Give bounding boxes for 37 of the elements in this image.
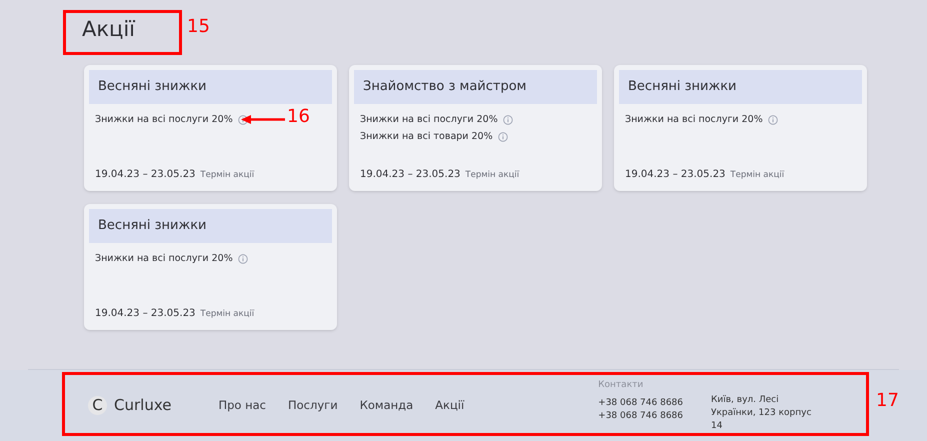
offer-text: Знижки на всі товари 20% (360, 130, 493, 144)
card-title: Знайомство з майстром (354, 70, 597, 104)
info-icon[interactable] (768, 115, 778, 126)
card-title: Весняні знижки (89, 209, 332, 243)
contacts-label: Контакти (598, 378, 644, 392)
nav-link[interactable]: Команда (360, 396, 414, 414)
nav-link[interactable]: Акції (435, 396, 464, 414)
brand-name: Curluxe (114, 395, 172, 416)
page-title: Акції (82, 17, 136, 41)
address-text: Київ, вул. Лесі Українки, 123 корпус 14 (711, 394, 812, 432)
nav-link[interactable]: Про нас (218, 396, 266, 414)
period-label: Термін акції (200, 169, 254, 182)
phone-number[interactable]: +38 068 746 8686 (598, 397, 683, 410)
annotation-number: 17 (876, 391, 899, 411)
logo-badge: C (88, 396, 107, 415)
offer-text: Знижки на всі послуги 20% (360, 113, 498, 127)
nav-link[interactable]: Послуги (288, 396, 338, 414)
card-title: Весняні знижки (89, 70, 332, 104)
period-label: Термін акції (465, 169, 520, 182)
annotation-number: 15 (187, 17, 210, 37)
promo-period: 19.04.23 – 23.05.23 (95, 168, 196, 182)
period-label: Термін акції (730, 169, 784, 182)
promo-period: 19.04.23 – 23.05.23 (360, 168, 460, 182)
info-icon[interactable] (238, 115, 248, 126)
promo-period: 19.04.23 – 23.05.23 (95, 307, 196, 321)
phone-number[interactable]: +38 068 746 8686 (598, 410, 683, 423)
period-label: Термін акції (200, 308, 254, 321)
info-icon[interactable] (238, 254, 248, 264)
offer-text: Знижки на всі послуги 20% (625, 113, 763, 127)
info-icon[interactable] (502, 115, 513, 126)
promo-period: 19.04.23 – 23.05.23 (625, 168, 726, 182)
card-title: Весняні знижки (619, 70, 862, 104)
annotation-arrow (241, 115, 285, 124)
offer-text: Знижки на всі послуги 20% (95, 113, 233, 127)
offer-text: Знижки на всі послуги 20% (95, 252, 233, 266)
info-icon[interactable] (498, 132, 508, 142)
annotation-number: 16 (287, 107, 310, 127)
